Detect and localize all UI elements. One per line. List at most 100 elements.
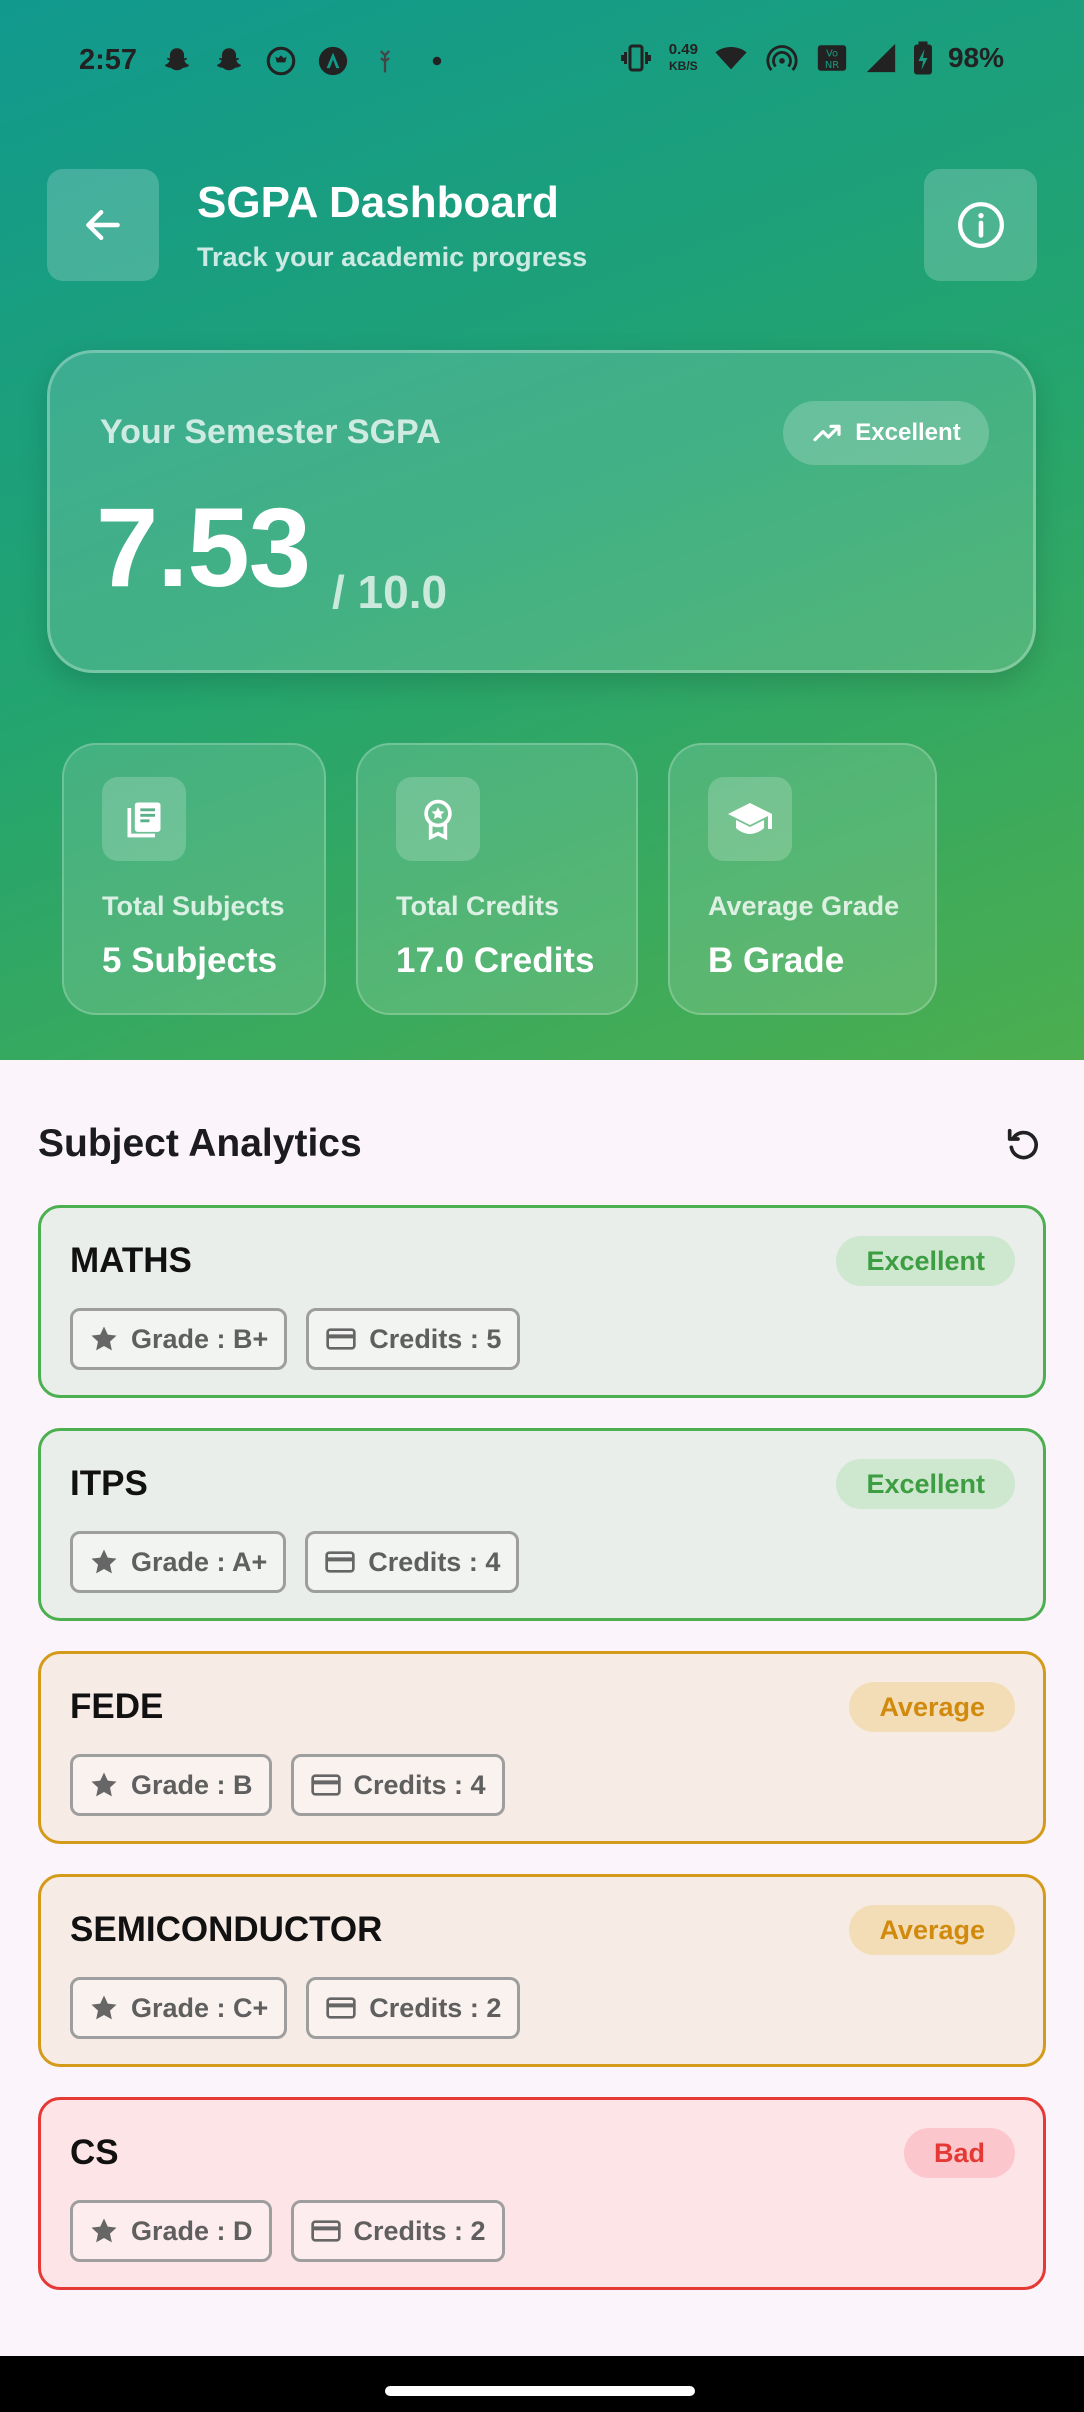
- credits-label: Credits : 4: [353, 1769, 486, 1800]
- page-subtitle: Track your academic progress: [197, 242, 588, 272]
- subject-status-badge: Average: [849, 1682, 1015, 1732]
- graduation-cap-icon: [728, 803, 772, 834]
- credits-label: Credits : 5: [369, 1323, 502, 1354]
- section-title: Subject Analytics: [38, 1122, 362, 1165]
- stat-icon-box: [102, 777, 186, 861]
- svg-text:Vo: Vo: [826, 49, 838, 60]
- refresh-icon: [1007, 1128, 1038, 1160]
- star-icon: [91, 1549, 117, 1574]
- status-bar: 2:57 0.49 KB/S Vo NR 98%: [0, 0, 1084, 126]
- battery-charging-icon: [913, 41, 932, 75]
- subject-name: FEDE: [70, 1687, 164, 1726]
- credits-chip: Credits : 2: [306, 1977, 521, 2039]
- credits-label: Credits : 2: [353, 2215, 486, 2246]
- subject-card[interactable]: FEDE Average Grade : B Credits : 4: [38, 1651, 1046, 1844]
- svg-text:NR: NR: [825, 60, 839, 71]
- snapchat-icon: [216, 48, 242, 71]
- sgpa-max: / 10.0: [332, 566, 448, 618]
- credits-label: Credits : 4: [368, 1546, 501, 1577]
- stat-label: Average Grade: [708, 891, 900, 921]
- network-speed-value: 0.49: [668, 41, 698, 58]
- notification-icons: [160, 44, 454, 78]
- stat-value: 17.0 Credits: [396, 941, 595, 980]
- subject-status-badge: Excellent: [836, 1459, 1015, 1509]
- subject-status-badge: Bad: [903, 2128, 1015, 2178]
- cellular-signal-icon: [866, 43, 896, 73]
- arrow-left-icon: [86, 209, 120, 241]
- subject-name: ITPS: [70, 1464, 148, 1503]
- status-time: 2:57: [79, 44, 138, 76]
- network-speed: 0.49 KB/S: [669, 42, 698, 74]
- subject-status-badge: Average: [849, 1905, 1015, 1955]
- credits-chip: Credits : 5: [306, 1308, 521, 1370]
- grade-label: Grade : C+: [131, 1992, 269, 2023]
- award-icon: [424, 799, 452, 841]
- sgpa-status-badge: Excellent: [783, 401, 989, 465]
- back-button[interactable]: [47, 169, 159, 281]
- trending-up-icon: [813, 424, 841, 442]
- volte-icon: VoNR: [817, 45, 847, 71]
- more-notifications-dot-icon: [432, 56, 442, 66]
- stat-label: Total Subjects: [102, 891, 285, 921]
- home-gesture-handle[interactable]: [385, 2386, 695, 2396]
- credits-label: Credits : 2: [369, 1992, 502, 2023]
- grade-chip: Grade : B+: [70, 1308, 288, 1370]
- page-title: SGPA Dashboard: [197, 178, 559, 227]
- credit-card-icon: [310, 2220, 341, 2242]
- subject-status-badge: Excellent: [836, 1236, 1015, 1286]
- grade-label: Grade : D: [131, 2215, 253, 2246]
- stat-value: B Grade: [708, 941, 845, 980]
- battery-percent: 98%: [947, 42, 1004, 73]
- grade-chip: Grade : A+: [70, 1531, 287, 1593]
- credit-card-icon: [310, 1774, 341, 1796]
- grade-label: Grade : B: [131, 1769, 253, 1800]
- navigation-bar: [0, 2356, 1084, 2412]
- hotspot-icon: [766, 45, 798, 71]
- subject-card[interactable]: ITPS Excellent Grade : A+ Credits : 4: [38, 1428, 1046, 1621]
- subject-name: CS: [70, 2133, 119, 2172]
- credits-chip: Credits : 2: [290, 2200, 505, 2262]
- grade-label: Grade : B+: [131, 1323, 269, 1354]
- subject-card[interactable]: SEMICONDUCTOR Average Grade : C+ Credits…: [38, 1874, 1046, 2067]
- grade-chip: Grade : C+: [70, 1977, 288, 2039]
- info-icon: [957, 202, 1004, 248]
- stat-value: 5 Subjects: [102, 941, 278, 980]
- sgpa-card: Your Semester SGPA 7.53 / 10.0 Excellent: [47, 350, 1036, 673]
- stat-card-total-subjects: Total Subjects 5 Subjects: [62, 743, 326, 1015]
- refresh-button[interactable]: [1001, 1122, 1045, 1166]
- subject-card[interactable]: MATHS Excellent Grade : B+ Credits : 5: [38, 1205, 1046, 1398]
- system-icons: 0.49 KB/S Vo NR 98%: [617, 40, 1004, 76]
- star-icon: [91, 1995, 117, 2020]
- star-icon: [91, 1326, 117, 1351]
- app-logo-icon: [318, 46, 348, 76]
- info-button[interactable]: [924, 169, 1037, 281]
- grade-chip: Grade : D: [70, 2200, 272, 2262]
- stat-label: Total Credits: [396, 891, 560, 921]
- credit-card-icon: [325, 1551, 355, 1573]
- grade-chip: Grade : B: [70, 1754, 272, 1816]
- subject-card[interactable]: CS Bad Grade : D Credits : 2: [38, 2097, 1046, 2290]
- book-icon: [127, 802, 161, 838]
- github-icon: [266, 46, 296, 76]
- sgpa-value: 7.53: [96, 485, 311, 610]
- grade-label: Grade : A+: [131, 1546, 268, 1577]
- stat-icon-box: [708, 777, 792, 861]
- credits-chip: Credits : 4: [305, 1531, 520, 1593]
- credits-chip: Credits : 4: [290, 1754, 505, 1816]
- stat-card-average-grade: Average Grade B Grade: [668, 743, 937, 1015]
- vibrate-icon: [620, 44, 651, 72]
- snapchat-icon: [164, 48, 190, 71]
- sgpa-label: Your Semester SGPA: [100, 413, 441, 451]
- wheat-icon: [379, 50, 391, 73]
- subject-name: SEMICONDUCTOR: [70, 1910, 383, 1949]
- stat-icon-box: [396, 777, 480, 861]
- credit-card-icon: [326, 1997, 356, 2019]
- star-icon: [91, 1772, 117, 1797]
- network-speed-unit: KB/S: [669, 59, 698, 73]
- subject-name: MATHS: [70, 1241, 192, 1280]
- sgpa-status-label: Excellent: [855, 419, 961, 446]
- wifi-icon: [715, 47, 747, 70]
- star-icon: [91, 2218, 117, 2243]
- stat-card-total-credits: Total Credits 17.0 Credits: [356, 743, 638, 1015]
- credit-card-icon: [326, 1328, 356, 1350]
